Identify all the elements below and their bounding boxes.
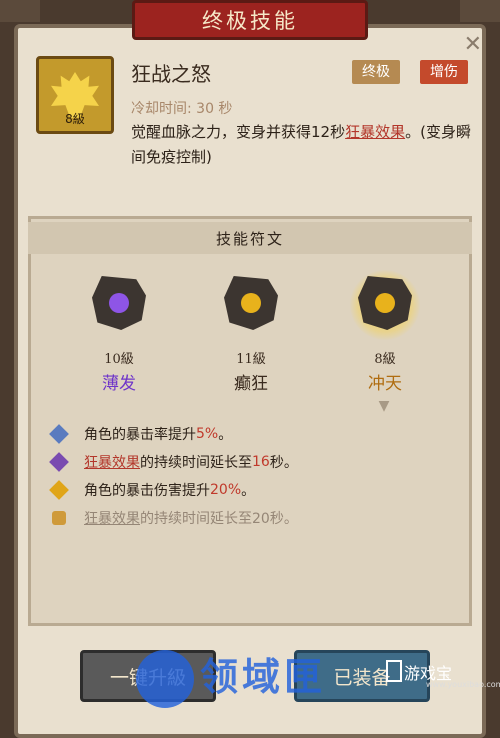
skill-cooldown: 冷却时间: 30 秒 [131,101,233,117]
star-blue-icon [49,424,69,444]
watermark-text: 领域匣 [200,655,327,699]
watermark-url: www.youxibao.com [426,680,500,689]
watermark-site-icon [386,660,402,682]
rune-badge [92,276,146,330]
skill-description: 觉醒血脉之力，变身并获得12秒狂暴效果。(变身瞬间免疫控制) [131,120,471,170]
effect-suffix: 秒。 [269,455,298,471]
panel-title: 终极技能 [132,0,368,40]
rune-level: 11級 [236,352,266,367]
close-icon[interactable]: ✕ [464,32,482,57]
frame-ornament-left [0,0,40,22]
star-purple-icon [49,452,69,472]
effect-value: 16 [252,454,270,470]
effect-value: 20% [210,482,242,498]
effect-text: 的持续时间延长至20秒。 [140,511,298,527]
rune-level: 10級 [104,352,134,367]
wave-icon [375,293,395,313]
rune-baofa[interactable]: 10級 薄发 [74,276,164,394]
rune-chongtian[interactable]: 8級 冲天 [340,276,430,394]
effect-text: 角色的暴击伤害提升 [84,483,210,499]
effect-text: 的持续时间延长至 [140,455,252,471]
purple-flame-icon [109,293,129,313]
watermark-logo [136,650,194,708]
berserk-effect-link[interactable]: 狂暴效果 [84,508,140,528]
effect-suffix: 。 [218,427,233,443]
sun-icon [241,293,261,313]
rune-name: 薄发 [102,374,136,394]
rune-name: 癫狂 [234,374,268,394]
skill-name: 狂战之怒 [131,62,211,86]
frame-ornament-right [460,0,500,22]
effect-row: 角色的暴击率提升 5%。 [49,424,233,444]
effect-row: 狂暴效果 的持续时间延长至 16 秒。 [49,452,298,472]
effect-value: 5% [196,426,219,442]
effect-row-locked: 狂暴效果 的持续时间延长至20秒。 [52,508,298,528]
rune-name: 冲天 [368,374,402,394]
tag-damage-boost: 增伤 [420,60,468,84]
berserk-effect-link[interactable]: 狂暴效果 [84,452,140,472]
rune-badge [358,276,412,330]
runes-header: 技能符文 [28,222,472,254]
skill-level: 8級 [65,112,85,126]
chevron-down-icon: ▼ [378,398,390,414]
effect-row: 角色的暴击伤害提升 20%。 [49,480,256,500]
star-gold-icon [49,480,69,500]
berserk-effect-link[interactable]: 狂暴效果 [345,123,405,141]
rune-level: 8級 [374,352,396,367]
skill-icon: 8級 [36,56,114,134]
effect-text: 角色的暴击率提升 [84,427,196,443]
desc-text-1: 觉醒血脉之力，变身并获得12秒 [131,123,346,141]
rune-badge [224,276,278,330]
effect-suffix: 。 [241,483,256,499]
tag-ultimate: 终极 [352,60,400,84]
lock-icon [52,511,66,525]
rune-diankuang[interactable]: 11級 癫狂 [206,276,296,394]
